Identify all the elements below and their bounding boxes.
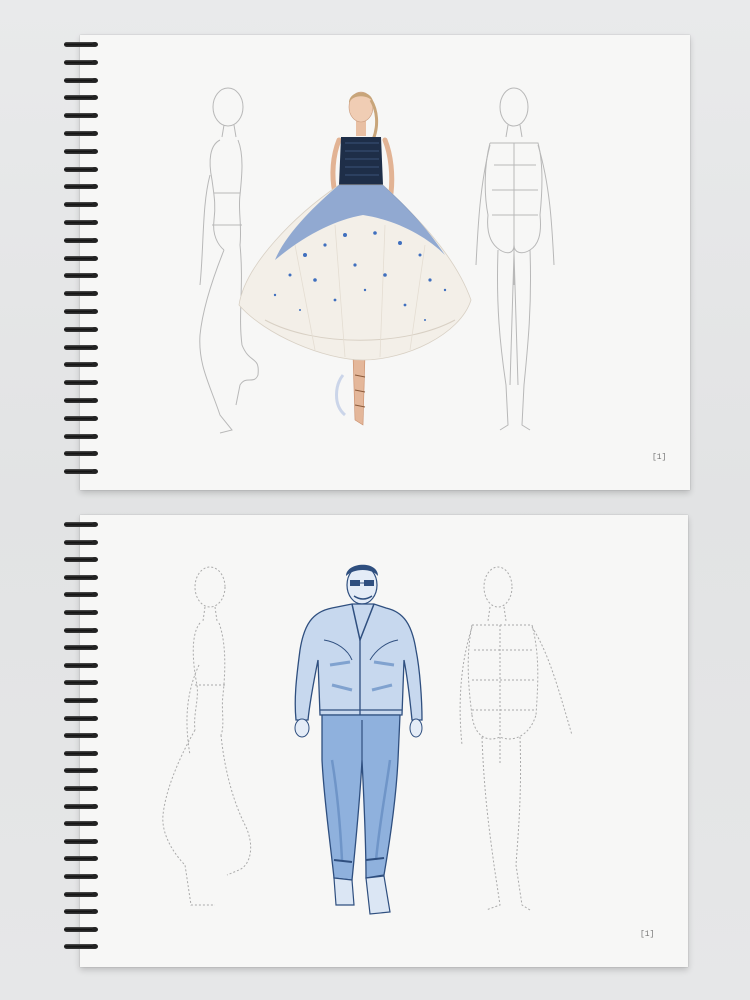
bottom-croquis-side-outline [162,566,252,906]
spiral-coil [64,592,98,598]
spiral-coil [64,398,98,403]
man-in-denim-outfit-illustration [294,564,423,915]
spiral-coil [64,433,98,439]
spiral-coil [64,627,98,633]
top-page-number: [1] [652,453,667,462]
spiral-coil [64,131,98,136]
spiral-coil [64,821,98,827]
spiral-coil [64,750,98,756]
spiral-coil [64,42,98,47]
spiral-coil [64,557,98,563]
spiral-coil [64,220,98,225]
spiral-coil [64,768,98,774]
spiral-coil [64,874,98,879]
bottom-page-number: [1] [640,930,655,939]
spiral-coil [64,891,98,897]
spiral-coil [64,645,98,651]
spiral-coil [64,909,98,915]
spiral-coil [64,522,98,527]
woman-in-blue-sequin-gown-illustration [238,91,472,426]
spiral-coil [64,344,98,350]
spiral-coil [64,380,98,386]
spiral-coil [64,451,98,457]
spiral-coil [64,273,98,279]
spiral-coil [64,362,98,368]
spiral-coil [64,803,98,809]
bottom-croquis-back-outline [459,566,573,911]
spiral-coil [64,838,98,844]
top-spiral-binding [64,42,104,482]
spiral-coil [64,733,98,739]
bottom-spiral-binding [64,522,104,957]
top-sketchbook: [1] [0,0,750,500]
spiral-coil [64,926,98,932]
spiral-coil [64,539,98,545]
spiral-coil [64,415,98,421]
spiral-coil [64,715,98,721]
spiral-coil [64,944,98,950]
spiral-coil [64,202,98,208]
spiral-coil [64,184,98,190]
spiral-coil [64,166,98,172]
spiral-coil [64,326,98,332]
spiral-coil [64,698,98,703]
spiral-coil [64,610,98,615]
spiral-coil [64,680,98,686]
spiral-coil [64,255,98,261]
spiral-coil [64,148,98,154]
spiral-coil [64,59,98,65]
spiral-coil [64,113,98,119]
spiral-coil [64,786,98,791]
spiral-coil [64,291,98,297]
spiral-coil [64,662,98,668]
spiral-coil [64,574,98,580]
spiral-coil [64,469,98,475]
spiral-coil [64,856,98,862]
bottom-sketchbook: [1] [0,500,750,1000]
top-croquis-back-outline [475,87,555,431]
spiral-coil [64,95,98,101]
spiral-coil [64,77,98,83]
spiral-coil [64,237,98,243]
spiral-coil [64,309,98,314]
